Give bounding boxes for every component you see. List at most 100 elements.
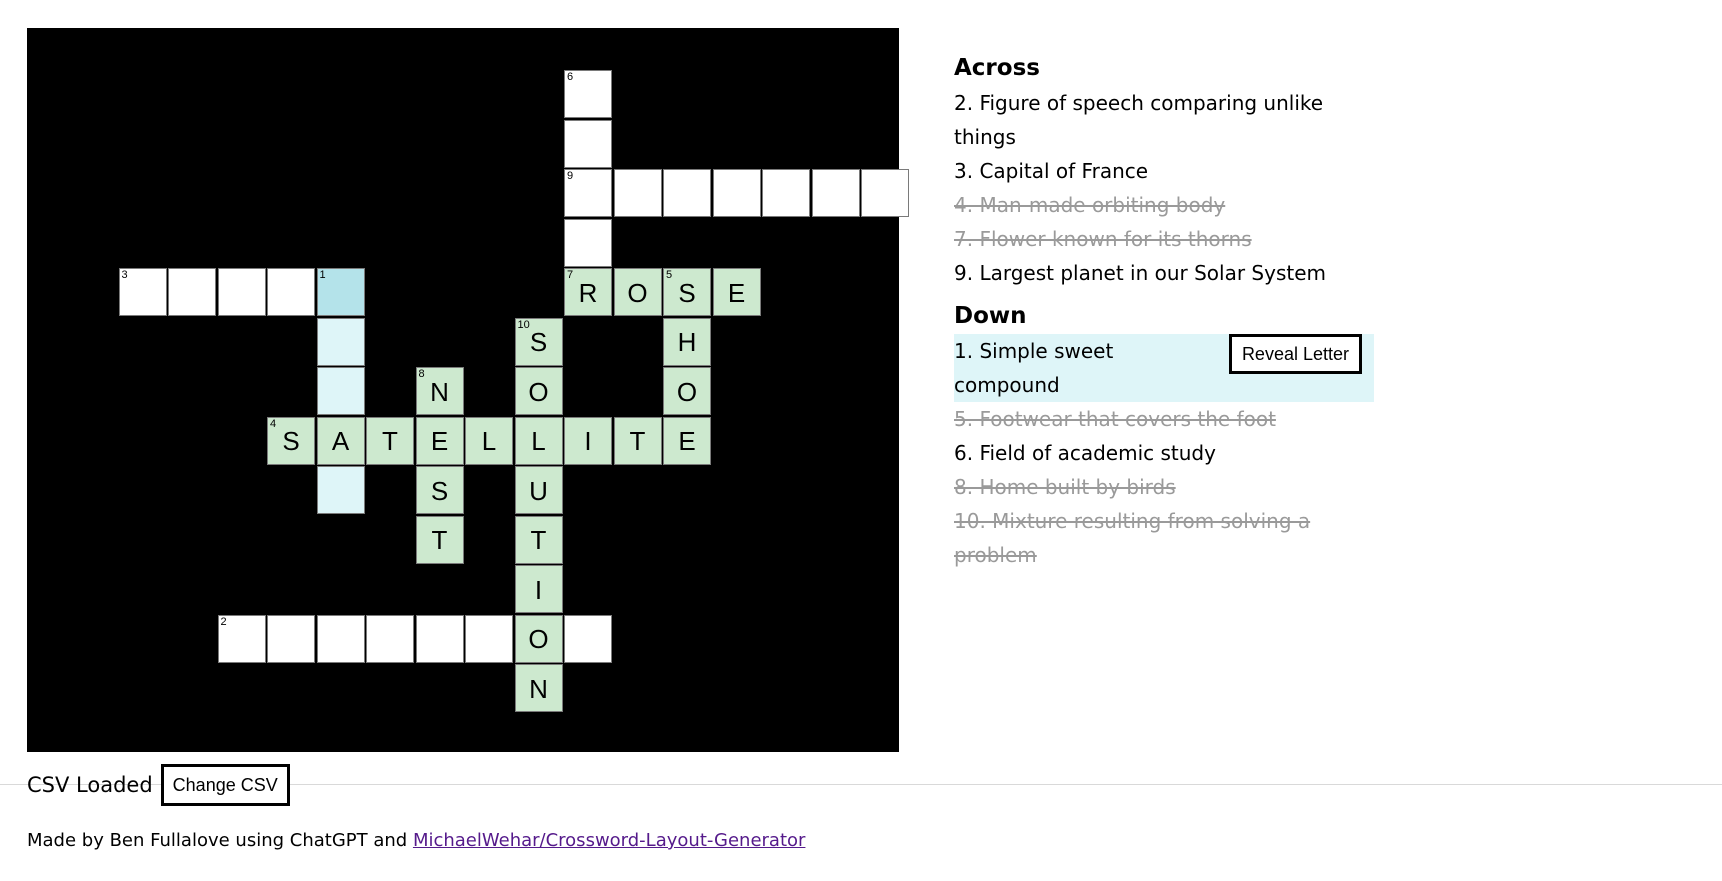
- across-clue[interactable]: 9. Largest planet in our Solar System: [954, 256, 1374, 290]
- clue-text: 7. Flower known for its thorns: [954, 227, 1252, 251]
- cell-letter: S: [430, 475, 449, 506]
- clue-text: 2. Figure of speech comparing unlike thi…: [954, 91, 1324, 149]
- cell-letter: T: [382, 426, 398, 456]
- grid-cell[interactable]: 6: [564, 70, 612, 118]
- cell-letter: [367, 616, 413, 662]
- cell-letter: [813, 170, 859, 216]
- grid-cell[interactable]: 4S: [267, 416, 315, 465]
- clue-text: 3. Capital of France: [954, 159, 1149, 183]
- grid-cell[interactable]: 5S: [663, 268, 711, 316]
- cell-letter: E: [727, 277, 746, 308]
- grid-cell[interactable]: [316, 317, 365, 366]
- cell-letter: [466, 616, 512, 662]
- cell-letter: O: [627, 277, 648, 308]
- change-csv-button[interactable]: Change CSV: [160, 764, 290, 806]
- grid-cell[interactable]: [811, 169, 860, 217]
- across-clue[interactable]: 3. Capital of France: [954, 154, 1374, 188]
- footer-credit: Made by Ben Fullalove using ChatGPT and: [27, 830, 408, 851]
- grid-cell[interactable]: 3: [118, 268, 167, 316]
- clue-text: 5. Footwear that covers the foot: [954, 407, 1276, 431]
- grid-cell[interactable]: [861, 169, 909, 217]
- cell-letter: [268, 616, 314, 662]
- grid-cell[interactable]: 9: [564, 169, 612, 217]
- grid-cell[interactable]: [564, 218, 612, 267]
- grid-cell[interactable]: [316, 466, 365, 514]
- grid-cell[interactable]: 8N: [415, 367, 464, 415]
- cell-letter: R: [578, 277, 598, 308]
- grid-cell[interactable]: E: [663, 416, 711, 465]
- grid-cell[interactable]: [316, 367, 365, 415]
- down-heading: Down: [954, 303, 1027, 329]
- grid-cell[interactable]: U: [514, 466, 563, 514]
- grid-cell[interactable]: T: [415, 515, 464, 564]
- clue-text: 1. Simple sweet compound: [954, 339, 1114, 397]
- down-clue[interactable]: 5. Footwear that covers the foot: [954, 402, 1374, 436]
- down-clue[interactable]: 8. Home built by birds: [954, 470, 1374, 504]
- cell-letter: H: [677, 327, 697, 357]
- grid-cell[interactable]: [465, 614, 513, 663]
- cell-letter: A: [331, 426, 350, 456]
- grid-cell[interactable]: [712, 169, 761, 217]
- grid-cell[interactable]: [663, 169, 711, 217]
- across-clue-list: 2. Figure of speech comparing unlike thi…: [954, 86, 1374, 290]
- grid-cell[interactable]: L: [465, 416, 513, 465]
- grid-cell[interactable]: N: [514, 664, 563, 712]
- reveal-letter-button[interactable]: Reveal Letter: [1228, 334, 1362, 374]
- across-heading: Across: [954, 55, 1040, 81]
- grid-cell[interactable]: [316, 614, 365, 663]
- cell-letter: O: [676, 376, 698, 407]
- footer: Made by Ben Fullalove using ChatGPT and …: [27, 830, 805, 851]
- grid-cell[interactable]: H: [663, 317, 711, 366]
- cell-letter: T: [629, 426, 646, 456]
- grid-cell[interactable]: 1: [316, 268, 365, 316]
- cell-letter: [120, 269, 166, 315]
- csv-status-row: CSV Loaded Change CSV: [27, 764, 290, 806]
- grid-cell[interactable]: [564, 119, 612, 168]
- clue-text: 8. Home built by birds: [954, 475, 1176, 499]
- cell-letter: [664, 170, 710, 216]
- grid-cell[interactable]: O: [514, 614, 563, 663]
- clue-text: 4. Man-made orbiting body: [954, 193, 1226, 217]
- grid-cell[interactable]: [267, 268, 315, 316]
- grid-cell[interactable]: [564, 614, 612, 663]
- cell-letter: O: [528, 624, 549, 654]
- grid-cell[interactable]: [762, 169, 810, 217]
- cell-letter: N: [529, 673, 548, 704]
- down-clue[interactable]: 6. Field of academic study: [954, 436, 1374, 470]
- grid-cell[interactable]: 10 S: [514, 317, 563, 366]
- grid-cell[interactable]: [168, 268, 216, 316]
- grid-cell[interactable]: [217, 268, 266, 316]
- generator-link[interactable]: MichaelWehar/Crossword-Layout-Generator: [413, 830, 806, 851]
- grid-cell[interactable]: I: [564, 416, 612, 465]
- grid-cell[interactable]: O: [663, 367, 711, 415]
- cell-letter: [763, 170, 809, 216]
- grid-cell[interactable]: [366, 614, 414, 663]
- grid-cell[interactable]: [613, 169, 662, 217]
- across-clue[interactable]: 7. Flower known for its thorns: [954, 222, 1374, 256]
- across-clue[interactable]: 2. Figure of speech comparing unlike thi…: [954, 86, 1374, 154]
- across-clue[interactable]: 4. Man-made orbiting body: [954, 188, 1374, 222]
- cell-letter: U: [529, 475, 548, 506]
- grid-cell[interactable]: L: [514, 416, 563, 465]
- cell-letter: E: [678, 426, 696, 456]
- down-clue-list: 1. Simple sweet compound Reveal Letter 5. …: [954, 334, 1374, 572]
- down-clue[interactable]: 10. Mixture resulting from solving a pro…: [954, 504, 1374, 572]
- down-clue[interactable]: 1. Simple sweet compound Reveal Letter: [954, 334, 1374, 402]
- grid-cell[interactable]: O: [514, 367, 563, 415]
- grid-cell[interactable]: [415, 614, 464, 663]
- grid-cell[interactable]: A: [316, 416, 365, 465]
- grid-cell[interactable]: E: [712, 268, 761, 316]
- grid-cell[interactable]: 2: [217, 614, 266, 663]
- cell-letter: [565, 71, 611, 117]
- grid-cell[interactable]: O: [613, 268, 662, 316]
- grid-cell[interactable]: T: [366, 416, 414, 465]
- grid-cell[interactable]: E: [415, 416, 464, 465]
- grid-cell[interactable]: 7R: [564, 268, 612, 316]
- grid-cell[interactable]: T: [514, 515, 563, 564]
- grid-cell[interactable]: I: [514, 565, 563, 613]
- grid-cell[interactable]: T: [613, 416, 662, 465]
- csv-status-text: CSV Loaded: [27, 773, 153, 797]
- grid-cell[interactable]: [267, 614, 315, 663]
- cell-letter: S: [282, 426, 300, 456]
- grid-cell[interactable]: S: [415, 466, 464, 514]
